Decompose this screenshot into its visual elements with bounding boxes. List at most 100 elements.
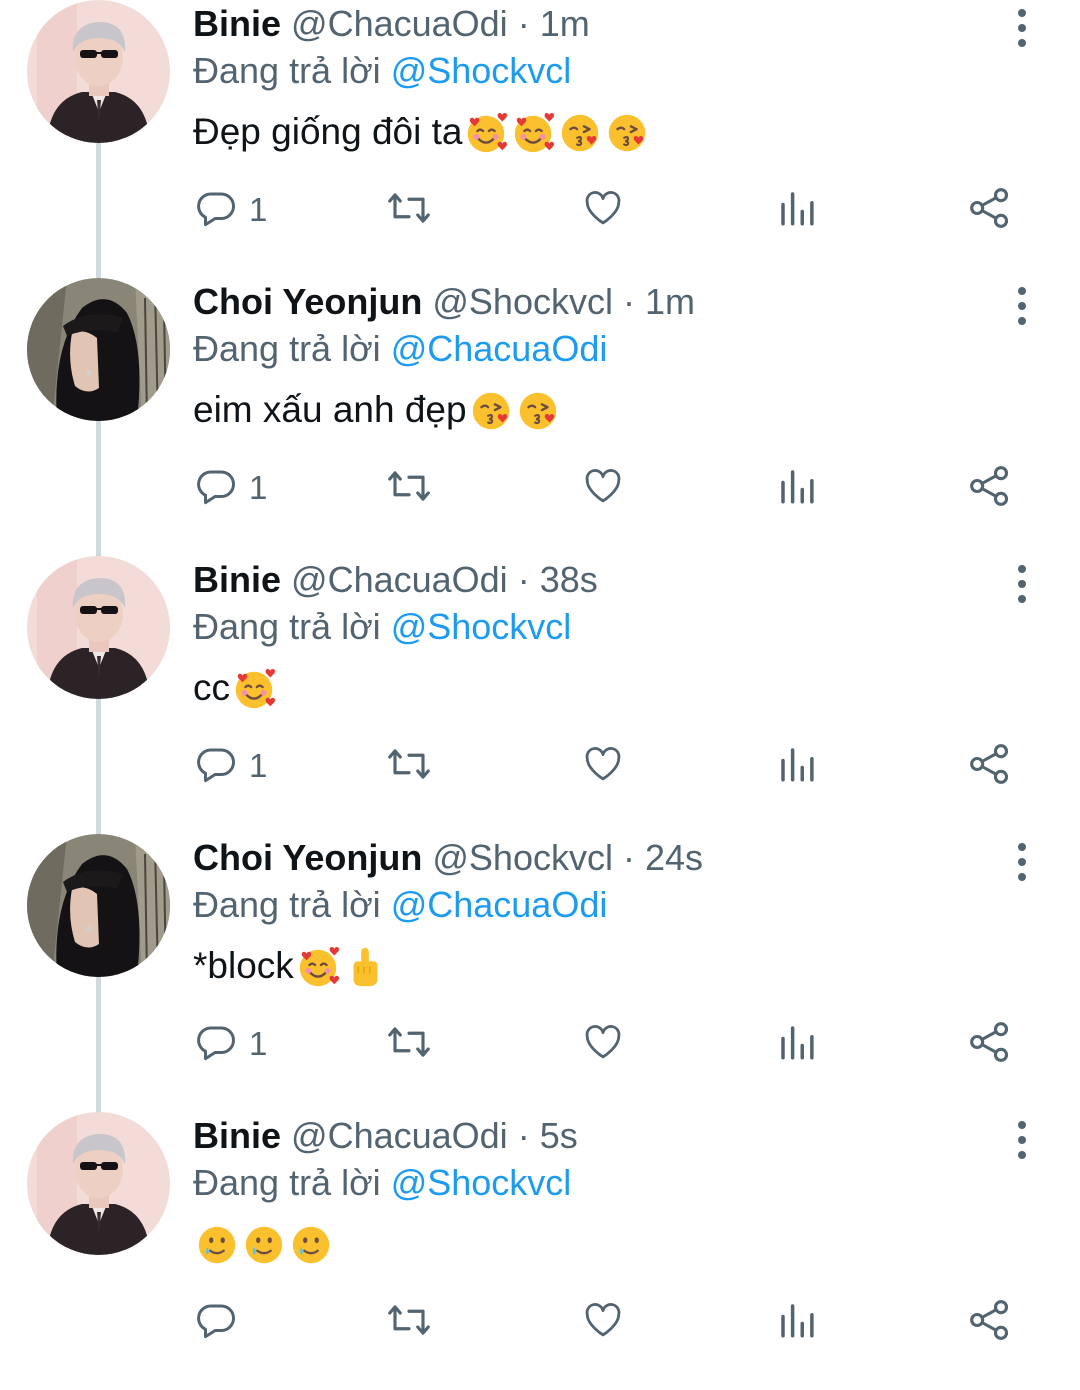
tweet-text: *block bbox=[193, 941, 388, 990]
share-icon bbox=[968, 1020, 1012, 1069]
reply-icon bbox=[195, 1299, 237, 1346]
author-name[interactable]: Binie bbox=[193, 3, 281, 44]
avatar-yeonjun[interactable] bbox=[27, 278, 170, 421]
share-icon bbox=[968, 464, 1012, 513]
reply-button[interactable]: 1 bbox=[195, 464, 267, 512]
reply-mention-link[interactable]: @Shockvcl bbox=[391, 606, 572, 647]
tweet-header: Binie @ChacuaOdi · 1m bbox=[193, 2, 590, 46]
views-button[interactable] bbox=[776, 1298, 818, 1346]
author-handle[interactable]: @Shockvcl bbox=[432, 281, 613, 322]
like-button[interactable] bbox=[582, 1020, 624, 1068]
like-button[interactable] bbox=[582, 186, 624, 234]
heart-icon bbox=[582, 187, 624, 234]
share-button[interactable] bbox=[968, 1020, 1012, 1068]
timestamp[interactable]: 1m bbox=[645, 281, 695, 322]
reply-button[interactable]: 1 bbox=[195, 1020, 267, 1068]
share-button[interactable] bbox=[968, 1298, 1012, 1346]
author-name[interactable]: Choi Yeonjun bbox=[193, 281, 422, 322]
more-vertical-icon[interactable] bbox=[1010, 286, 1034, 326]
author-handle[interactable]: @Shockvcl bbox=[432, 837, 613, 878]
replying-to-label: Đang trả lời bbox=[193, 606, 391, 647]
replying-to-label: Đang trả lời bbox=[193, 328, 391, 369]
more-vertical-icon[interactable] bbox=[1010, 564, 1034, 604]
smiling-face-with-tear-emoji bbox=[193, 1219, 240, 1268]
avatar-yeonjun[interactable] bbox=[27, 834, 170, 977]
timestamp[interactable]: 1m bbox=[540, 3, 590, 44]
smiling-face-with-hearts-emoji bbox=[294, 941, 341, 990]
more-vertical-icon[interactable] bbox=[1010, 8, 1034, 48]
analytics-icon bbox=[776, 1299, 818, 1346]
avatar-binie[interactable] bbox=[27, 556, 170, 699]
tweet[interactable]: Binie @ChacuaOdi · 1m Đang trả lời @Shoc… bbox=[0, 0, 1080, 278]
more-vertical-icon[interactable] bbox=[1010, 1120, 1034, 1160]
face-blowing-kiss-emoji bbox=[603, 107, 650, 156]
tweet-text: eim xấu anh đẹp bbox=[193, 385, 561, 434]
tweet-actions bbox=[0, 1298, 1080, 1346]
timestamp[interactable]: 38s bbox=[540, 559, 598, 600]
reply-button[interactable]: 1 bbox=[195, 742, 267, 790]
middle-finger-emoji bbox=[341, 941, 388, 990]
reply-mention-link[interactable]: @Shockvcl bbox=[391, 1162, 572, 1203]
avatar-binie[interactable] bbox=[27, 1112, 170, 1255]
reply-mention-link[interactable]: @ChacuaOdi bbox=[391, 328, 608, 369]
share-icon bbox=[968, 1298, 1012, 1347]
tweet-text-body: *block bbox=[193, 944, 294, 986]
tweet[interactable]: Binie @ChacuaOdi · 5s Đang trả lời @Shoc… bbox=[0, 1112, 1080, 1390]
timestamp[interactable]: 5s bbox=[540, 1115, 578, 1156]
retweet-button[interactable] bbox=[386, 1020, 432, 1068]
reply-mention-link[interactable]: @ChacuaOdi bbox=[391, 884, 608, 925]
analytics-icon bbox=[776, 743, 818, 790]
retweet-button[interactable] bbox=[386, 1298, 432, 1346]
reply-icon bbox=[195, 1021, 237, 1068]
author-name[interactable]: Binie bbox=[193, 559, 281, 600]
views-button[interactable] bbox=[776, 464, 818, 512]
heart-icon bbox=[582, 1021, 624, 1068]
tweet-actions: 1 bbox=[0, 1020, 1080, 1068]
like-button[interactable] bbox=[582, 742, 624, 790]
views-button[interactable] bbox=[776, 1020, 818, 1068]
retweet-button[interactable] bbox=[386, 186, 432, 234]
more-vertical-icon[interactable] bbox=[1010, 842, 1034, 882]
timestamp[interactable]: 24s bbox=[645, 837, 703, 878]
reply-icon bbox=[195, 743, 237, 790]
author-handle[interactable]: @ChacuaOdi bbox=[291, 1115, 508, 1156]
retweet-icon bbox=[386, 465, 432, 512]
reply-button[interactable] bbox=[195, 1298, 249, 1346]
author-handle[interactable]: @ChacuaOdi bbox=[291, 559, 508, 600]
reply-icon bbox=[195, 465, 237, 512]
tweet-header: Binie @ChacuaOdi · 38s bbox=[193, 558, 598, 602]
reply-count: 1 bbox=[249, 747, 268, 784]
smiling-face-with-tear-emoji bbox=[287, 1219, 334, 1268]
tweet[interactable]: Choi Yeonjun @Shockvcl · 1m Đang trả lời… bbox=[0, 278, 1080, 556]
replying-to-label: Đang trả lời bbox=[193, 884, 391, 925]
like-button[interactable] bbox=[582, 1298, 624, 1346]
tweet-header: Choi Yeonjun @Shockvcl · 24s bbox=[193, 836, 703, 880]
author-name[interactable]: Choi Yeonjun bbox=[193, 837, 422, 878]
tweet-text-body: eim xấu anh đẹp bbox=[193, 388, 467, 430]
views-button[interactable] bbox=[776, 186, 818, 234]
analytics-icon bbox=[776, 465, 818, 512]
share-icon bbox=[968, 186, 1012, 235]
analytics-icon bbox=[776, 187, 818, 234]
heart-icon bbox=[582, 1299, 624, 1346]
separator-dot: · bbox=[622, 837, 645, 878]
tweet[interactable]: Choi Yeonjun @Shockvcl · 24s Đang trả lờ… bbox=[0, 834, 1080, 1112]
author-handle[interactable]: @ChacuaOdi bbox=[291, 3, 508, 44]
avatar-binie[interactable] bbox=[27, 0, 170, 143]
reply-mention-link[interactable]: @Shockvcl bbox=[391, 50, 572, 91]
reply-button[interactable]: 1 bbox=[195, 186, 267, 234]
tweet[interactable]: Binie @ChacuaOdi · 38s Đang trả lời @Sho… bbox=[0, 556, 1080, 834]
views-button[interactable] bbox=[776, 742, 818, 790]
tweet-header: Choi Yeonjun @Shockvcl · 1m bbox=[193, 280, 695, 324]
share-button[interactable] bbox=[968, 742, 1012, 790]
reply-count: 1 bbox=[249, 191, 268, 228]
author-name[interactable]: Binie bbox=[193, 1115, 281, 1156]
like-button[interactable] bbox=[582, 464, 624, 512]
share-button[interactable] bbox=[968, 186, 1012, 234]
tweet-actions: 1 bbox=[0, 186, 1080, 234]
replying-to: Đang trả lời @ChacuaOdi bbox=[193, 327, 607, 371]
retweet-button[interactable] bbox=[386, 464, 432, 512]
retweet-button[interactable] bbox=[386, 742, 432, 790]
tweet-text-body: cc bbox=[193, 666, 230, 708]
share-button[interactable] bbox=[968, 464, 1012, 512]
